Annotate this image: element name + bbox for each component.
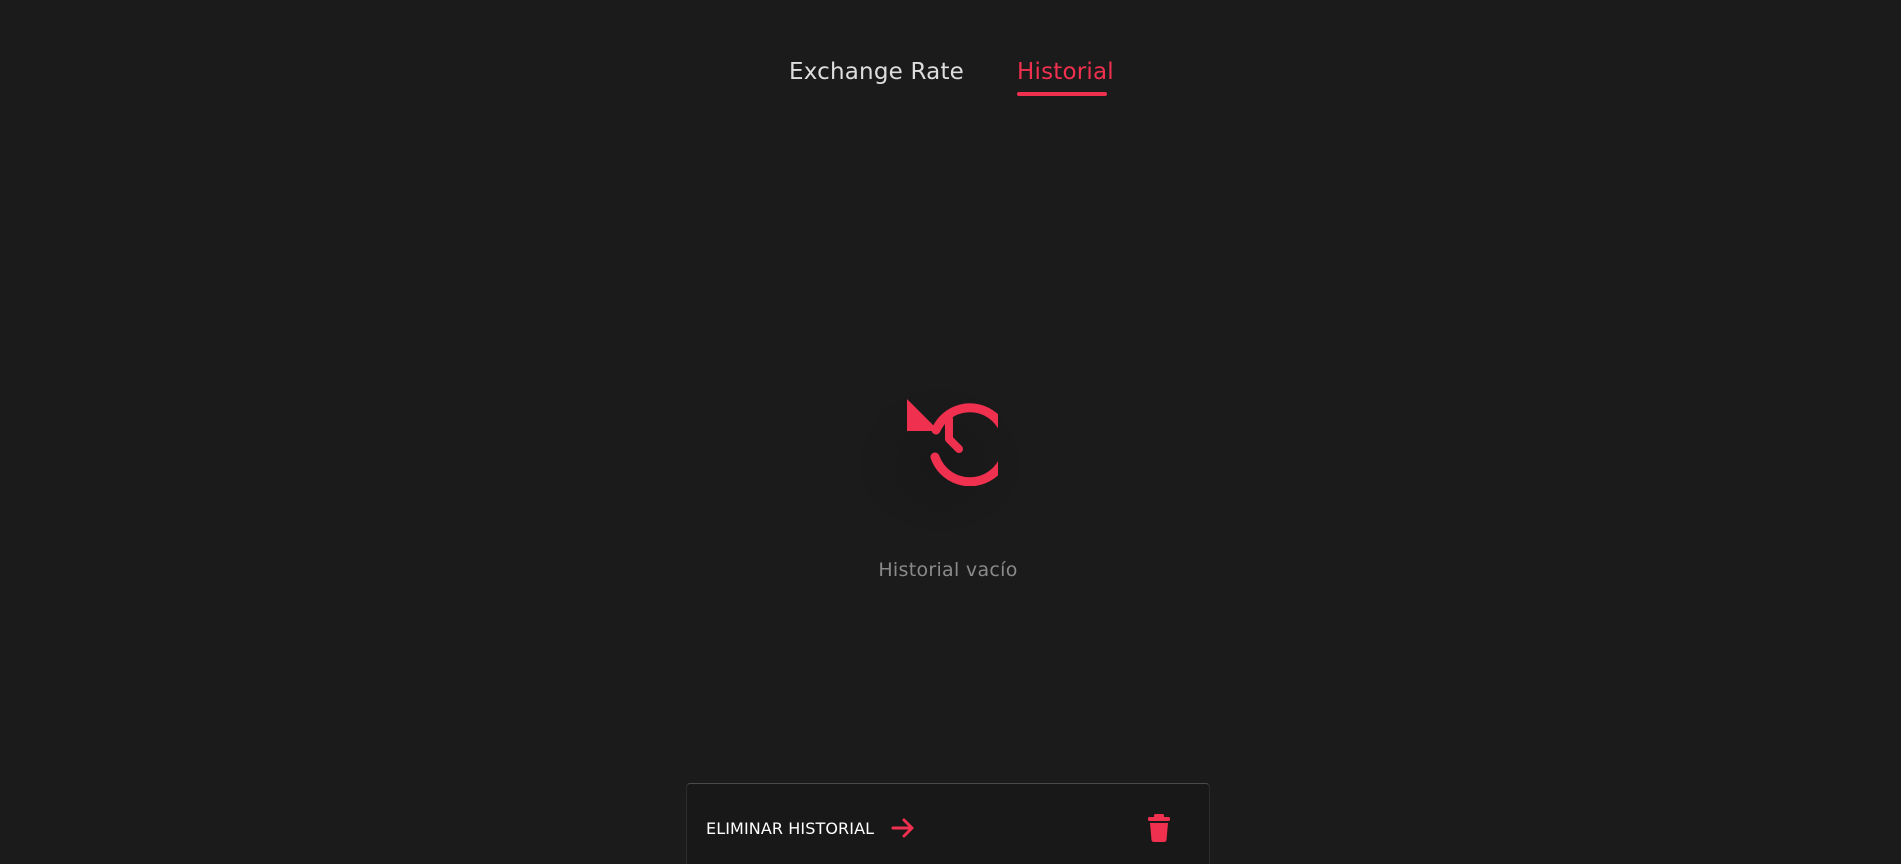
tab-bar: Exchange Rate Historial	[0, 56, 1901, 100]
clear-history-button[interactable]: ELIMINAR HISTORIAL	[706, 814, 916, 842]
page: Exchange Rate Historial Historial vacío …	[0, 0, 1901, 864]
clear-history-label: ELIMINAR HISTORIAL	[706, 818, 875, 838]
arrow-right-icon	[890, 815, 916, 841]
empty-history-message: Historial vacío	[878, 559, 1018, 581]
active-tab-indicator	[1017, 92, 1107, 96]
tab-exchange-rate[interactable]: Exchange Rate	[789, 56, 964, 88]
tab-historial[interactable]: Historial	[1017, 56, 1114, 88]
bottom-action-bar: ELIMINAR HISTORIAL	[686, 783, 1210, 864]
trash-icon[interactable]	[1144, 812, 1174, 844]
history-icon	[902, 390, 998, 486]
